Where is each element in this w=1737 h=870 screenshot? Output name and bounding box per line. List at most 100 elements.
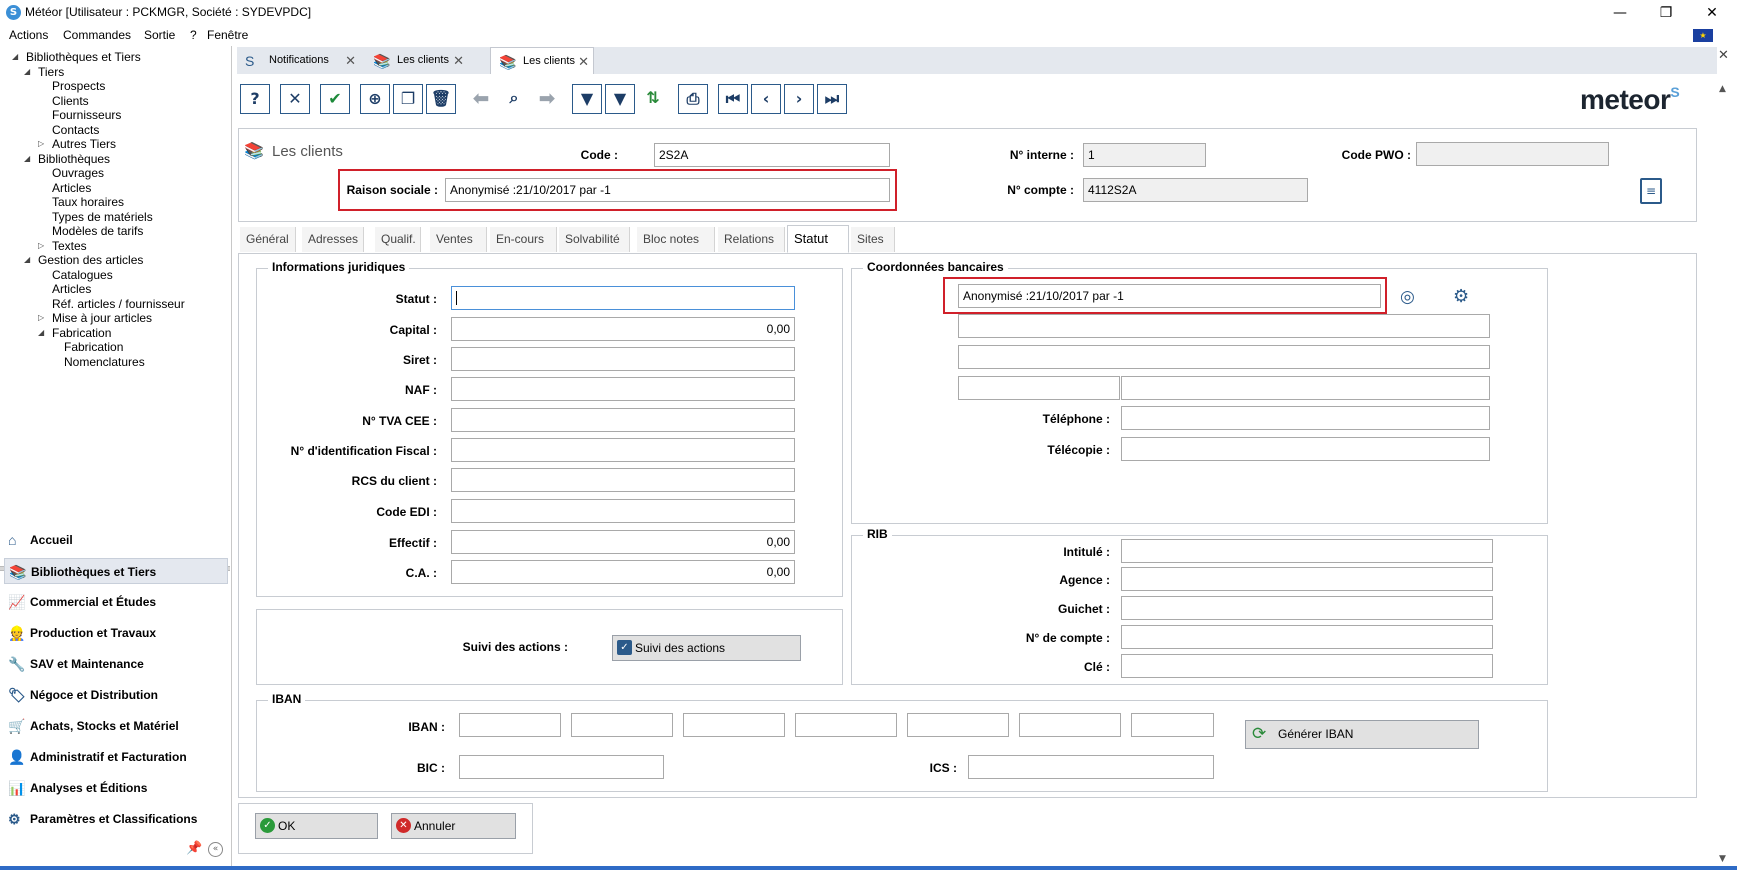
tree-item[interactable]: Fournisseurs (52, 108, 121, 122)
menu-help[interactable]: ? (190, 28, 197, 42)
tree-item[interactable]: Mise à jour articles (52, 311, 152, 325)
nav-item-8[interactable]: 📊 Analyses et Éditions (4, 775, 228, 801)
nav-item-1[interactable]: 📚 Bibliothèques et Tiers (4, 558, 228, 584)
tree-item[interactable]: Articles (52, 282, 91, 296)
copy-button[interactable]: ❐ (393, 84, 423, 114)
form-tab-3[interactable]: Ventes (430, 227, 487, 252)
numero-interne-input[interactable]: 1 (1083, 143, 1206, 167)
form-tab-2[interactable]: Qualif. (375, 227, 421, 252)
juridique-input-6[interactable] (451, 468, 795, 492)
iban-part-input-5[interactable] (1019, 713, 1121, 737)
rib-input-0[interactable] (1121, 539, 1493, 563)
close-button[interactable]: ✕ (1689, 0, 1735, 26)
menu-fenetre[interactable]: Fenêtre (207, 28, 248, 42)
bic-input[interactable] (459, 755, 664, 779)
prev-record-button[interactable]: ‹ (751, 84, 781, 114)
ok-button[interactable]: ✓ OK (255, 813, 378, 839)
menu-actions[interactable]: Actions (9, 28, 48, 42)
tree-item[interactable]: Prospects (52, 79, 105, 93)
form-tab-1[interactable]: Adresses (302, 227, 364, 252)
expanded-triangle-icon[interactable]: ◢ (38, 328, 44, 337)
scroll-down-icon[interactable]: ▼ (1719, 854, 1726, 864)
collapsed-triangle-icon[interactable]: ▷ (38, 313, 44, 322)
juridique-input-9[interactable]: 0,00 (451, 560, 795, 584)
nav-item-3[interactable]: 👷 Production et Travaux (4, 620, 228, 646)
bank-postcode-input[interactable] (958, 376, 1120, 400)
delete-button[interactable]: 🗑 (426, 84, 456, 114)
nav-item-0[interactable]: ⌂ Accueil (4, 527, 228, 553)
tree-item[interactable]: Articles (52, 181, 91, 195)
iban-part-input-6[interactable] (1131, 713, 1214, 737)
next-record-button[interactable]: › (784, 84, 814, 114)
nav-item-5[interactable]: 🏷 Négoce et Distribution (4, 682, 228, 708)
form-tab-9[interactable]: Sites (851, 227, 895, 252)
tree-item[interactable]: Autres Tiers (52, 137, 116, 151)
last-record-button[interactable]: ⏭ (817, 84, 847, 114)
tree-item[interactable]: Gestion des articles (38, 253, 143, 267)
bank-address-2-input[interactable] (958, 345, 1490, 369)
tree-item[interactable]: Nomenclatures (64, 355, 145, 369)
telecopie-input[interactable] (1121, 437, 1490, 461)
close-tab-icon[interactable]: ✕ (453, 47, 464, 74)
tree-item[interactable]: Fabrication (52, 326, 111, 340)
tree-item[interactable]: Bibliothèques (38, 152, 110, 166)
nav-item-4[interactable]: 🔧 SAV et Maintenance (4, 651, 228, 677)
expanded-triangle-icon[interactable]: ◢ (24, 154, 30, 163)
rib-input-1[interactable] (1121, 567, 1493, 591)
close-all-icon[interactable]: ✕ (1718, 48, 1729, 63)
form-tab-8[interactable]: Statut (787, 225, 849, 253)
juridique-input-8[interactable]: 0,00 (451, 530, 795, 554)
iban-part-input-3[interactable] (795, 713, 897, 737)
code-pwo-input[interactable] (1416, 142, 1609, 166)
rib-input-3[interactable] (1121, 625, 1493, 649)
cancel-tool-button[interactable]: ✕ (280, 84, 310, 114)
telephone-input[interactable] (1121, 406, 1490, 430)
expanded-triangle-icon[interactable]: ◢ (24, 255, 30, 264)
locate-icon[interactable]: ◎ (1400, 287, 1415, 307)
juridique-input-1[interactable]: 0,00 (451, 317, 795, 341)
nav-item-2[interactable]: 📈 Commercial et Études (4, 589, 228, 615)
expanded-triangle-icon[interactable]: ◢ (12, 52, 18, 61)
minimize-button[interactable]: — (1597, 0, 1643, 26)
nav-item-6[interactable]: 🛒 Achats, Stocks et Matériel (4, 713, 228, 739)
form-tab-4[interactable]: En-cours (490, 227, 557, 252)
tree-item[interactable]: Ouvrages (52, 166, 104, 180)
tree-item[interactable]: Fabrication (64, 340, 123, 354)
raison-sociale-input[interactable]: Anonymisé :21/10/2017 par -1 (445, 178, 890, 202)
suivi-actions-button[interactable]: ✓ Suivi des actions (612, 635, 801, 661)
close-tab-icon[interactable]: ✕ (578, 48, 589, 75)
collapsed-triangle-icon[interactable]: ▷ (38, 241, 44, 250)
sort-icon[interactable]: ⇅ (638, 84, 668, 114)
add-button[interactable]: ⊕ (360, 84, 390, 114)
generer-iban-button[interactable]: ⟳ Générer IBAN (1245, 720, 1479, 749)
tree-item[interactable]: Types de matériels (52, 210, 153, 224)
first-record-button[interactable]: ⏮ (718, 84, 748, 114)
print-button[interactable]: ⎙ (678, 84, 708, 114)
tree-item[interactable]: Taux horaires (52, 195, 124, 209)
tree-item[interactable]: Catalogues (52, 268, 113, 282)
tab-notifications[interactable]: S Notifications ✕ (237, 47, 360, 74)
juridique-input-7[interactable] (451, 499, 795, 523)
gear-icon[interactable]: ⚙ (1453, 286, 1469, 307)
tree-item[interactable]: Clients (52, 94, 89, 108)
restore-button[interactable]: ❐ (1643, 0, 1689, 26)
form-tab-7[interactable]: Relations (718, 227, 785, 252)
tab-clients-2[interactable]: 📚 Les clients ✕ (490, 47, 594, 74)
filter-button[interactable]: ▼ (572, 84, 602, 114)
numero-compte-input[interactable]: 4112S2A (1083, 178, 1308, 202)
juridique-input-2[interactable] (451, 347, 795, 371)
nav-item-7[interactable]: 👤 Administratif et Facturation (4, 744, 228, 770)
rib-input-2[interactable] (1121, 596, 1493, 620)
previous-arrow-icon[interactable]: ⬅ (466, 84, 496, 114)
collapse-panel-icon[interactable]: « (208, 842, 223, 857)
juridique-input-3[interactable] (451, 377, 795, 401)
tree-item[interactable]: Modèles de tarifs (52, 224, 143, 238)
annuler-button[interactable]: ✕ Annuler (391, 813, 516, 839)
iban-part-input-2[interactable] (683, 713, 785, 737)
tab-clients-1[interactable]: 📚 Les clients ✕ (365, 47, 468, 74)
code-input[interactable]: 2S2A (654, 143, 890, 167)
tree-item[interactable]: Textes (52, 239, 87, 253)
bank-address-1-input[interactable] (958, 314, 1490, 338)
search-binoculars-icon[interactable]: ⌕ (499, 84, 529, 114)
ics-input[interactable] (968, 755, 1214, 779)
